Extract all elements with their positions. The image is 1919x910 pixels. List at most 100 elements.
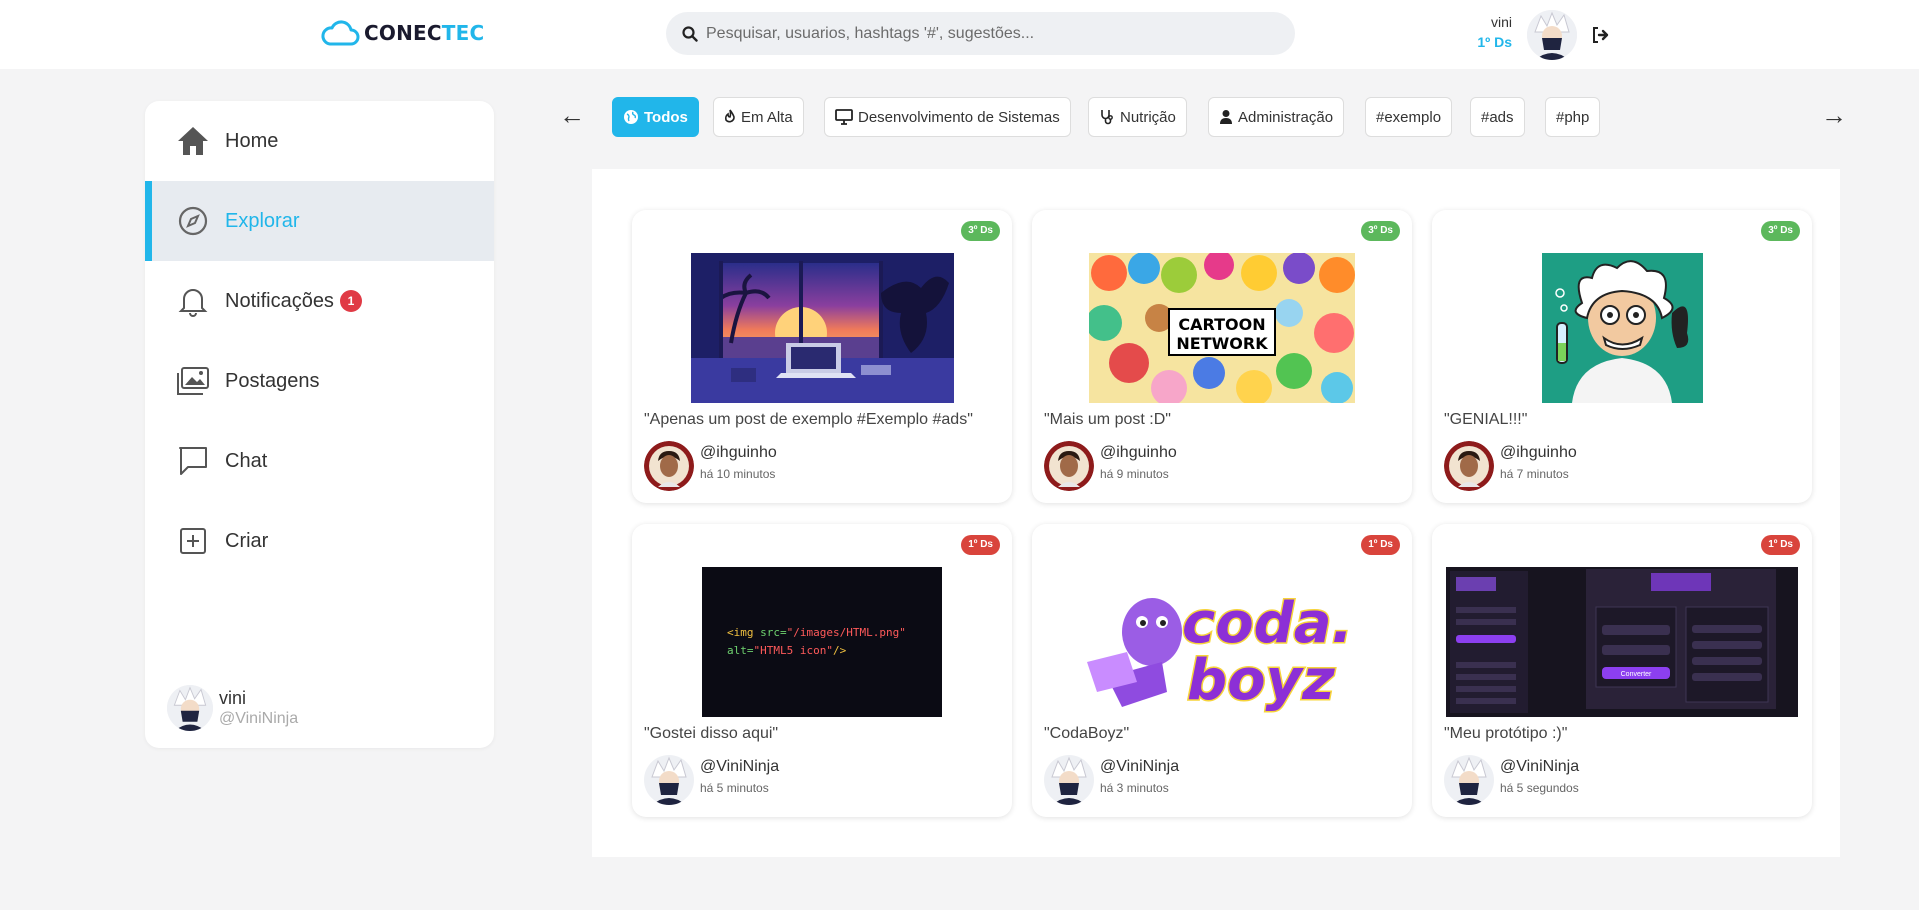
header-user-name: vini [1490,14,1512,30]
filter-chip-desenvolvimento[interactable]: Desenvolvimento de Sistemas [824,97,1071,137]
post-time: há 5 minutos [700,781,769,795]
cloud-icon [321,20,360,46]
home-icon [175,123,211,159]
sidebar-item-explorar[interactable]: Explorar [145,181,494,261]
post-caption: "CodaBoyz" [1044,725,1130,742]
codaboyz-line2: boyz [1187,648,1335,713]
post-image-codaboyz[interactable]: coda. boyz [1067,567,1367,717]
sidebar-item-criar[interactable]: Criar [145,501,494,581]
sidebar-user-handle: @ViniNinja [219,710,299,727]
search-icon [682,25,698,42]
avatar[interactable] [1444,441,1494,491]
sidebar-item-postagens[interactable]: Postagens [145,341,494,421]
code-value: "HTML5 icon" [753,644,833,657]
post-time: há 7 minutos [1500,467,1569,481]
post-caption: "Apenas um post de exemplo #Exemplo #ads… [644,411,973,428]
sidebar-item-notificacoes[interactable]: Notificações 1 [145,261,494,341]
filter-chip-nutricao[interactable]: Nutrição [1088,97,1187,137]
avatar[interactable] [1044,755,1094,805]
post-card[interactable]: 1º Ds coda. boyz "CodaBoyz" @ViniNinja h… [1032,524,1412,817]
chip-label: #php [1556,108,1590,126]
image-text-line2: NETWORK [1176,334,1268,353]
chip-label: #ads [1481,108,1514,126]
post-card[interactable]: 3º Ds "GENIAL!!!" @ihguinho há 7 minutos [1432,210,1812,503]
class-badge: 3º Ds [1361,221,1400,241]
class-badge: 3º Ds [961,221,1000,241]
images-icon [175,363,211,399]
post-card[interactable]: 1º Ds <img src="/images/HTML.png" alt="H… [632,524,1012,817]
chip-label: #exemplo [1376,108,1442,126]
avatar[interactable] [644,441,694,491]
post-author[interactable]: @ViniNinja [1500,758,1579,776]
sidebar-user[interactable]: vini @ViniNinja [167,685,298,731]
search-input[interactable] [706,24,1266,43]
fire-icon [724,109,735,123]
post-caption: "Mais um post :D" [1044,411,1171,428]
compass-icon [175,203,211,239]
post-card[interactable]: 3º Ds "Apenas um post de exemplo #Exempl… [632,210,1012,503]
post-time: há 10 minutos [700,467,776,481]
post-author[interactable]: @ViniNinja [700,758,779,776]
avatar[interactable] [644,755,694,805]
plus-square-icon [175,523,211,559]
post-author[interactable]: @ihguinho [1500,444,1577,462]
sidebar-item-chat[interactable]: Chat [145,421,494,501]
post-author[interactable]: @ihguinho [700,444,777,462]
post-card[interactable]: 3º Ds CARTOON NETWORK "Mais um post :D" [1032,210,1412,503]
header-user-class: 1º Ds [1477,34,1512,50]
sidebar-item-label: Home [225,129,279,152]
header-avatar[interactable] [1527,10,1577,60]
chip-label: Desenvolvimento de Sistemas [858,108,1060,126]
avatar [167,685,213,731]
filter-chip-em-alta[interactable]: Em Alta [713,97,804,137]
post-author[interactable]: @ViniNinja [1100,758,1179,776]
post-time: há 9 minutos [1100,467,1169,481]
logout-icon[interactable] [1590,25,1610,45]
chip-label: Administração [1238,108,1334,126]
post-author[interactable]: @ihguinho [1100,444,1177,462]
class-badge: 1º Ds [961,535,1000,555]
codaboyz-line1: coda. [1182,591,1353,656]
filter-chip-todos[interactable]: Todos [612,97,699,137]
post-image-sunset-desk[interactable] [691,253,954,403]
post-time: há 3 minutos [1100,781,1169,795]
search-bar[interactable] [666,12,1295,55]
stethoscope-icon [1101,110,1113,125]
post-caption: "Meu protótipo :)" [1444,725,1568,742]
sidebar-item-label: Explorar [225,209,300,232]
feed-panel: 3º Ds "Apenas um post de exemplo #Exempl… [592,169,1840,857]
prototype-button-text: Converter [1621,671,1652,678]
post-caption: "Gostei disso aqui" [644,725,779,742]
sidebar-item-label: Postagens [225,369,320,392]
avatar[interactable] [1444,755,1494,805]
filters-prev-arrow[interactable]: ← [559,100,585,131]
filter-chip-php[interactable]: #php [1545,97,1601,137]
post-image-cartoon-network[interactable]: CARTOON NETWORK [1089,253,1355,403]
post-image-prototype[interactable]: Converter [1446,567,1798,717]
sidebar-item-home[interactable]: Home [145,101,494,181]
notification-badge: 1 [339,290,362,312]
chip-label: Nutrição [1120,108,1176,126]
bell-icon [175,283,211,319]
avatar[interactable] [1044,441,1094,491]
header-user-info: vini 1º Ds [1470,12,1512,52]
filter-chip-exemplo[interactable]: #exemplo [1365,97,1453,137]
globe-icon [624,110,638,124]
class-badge: 1º Ds [1361,535,1400,555]
monitor-icon [835,109,853,125]
post-image-mad-scientist[interactable] [1542,253,1703,403]
class-badge: 3º Ds [1761,221,1800,241]
filter-chip-administracao[interactable]: Administração [1208,97,1345,137]
image-text-line1: CARTOON [1178,315,1265,334]
post-card[interactable]: 1º Ds Converter "Meu protótipo:)" @Vini… [1432,524,1812,817]
filter-chip-ads[interactable]: #ads [1470,97,1525,137]
logo-text-part1: CONEC [364,21,442,45]
code-value: "/images/HTML.png" [786,626,906,639]
logo[interactable]: CONECTEC [320,20,484,46]
sidebar-user-name: vini [219,688,247,708]
person-icon [1220,110,1232,124]
sidebar-item-label: Notificações [225,289,334,312]
filters-next-arrow[interactable]: → [1821,100,1847,131]
post-caption: "GENIAL!!!" [1444,411,1528,428]
post-image-html-code[interactable]: <img src="/images/HTML.png" alt="HTML5 i… [702,567,942,717]
